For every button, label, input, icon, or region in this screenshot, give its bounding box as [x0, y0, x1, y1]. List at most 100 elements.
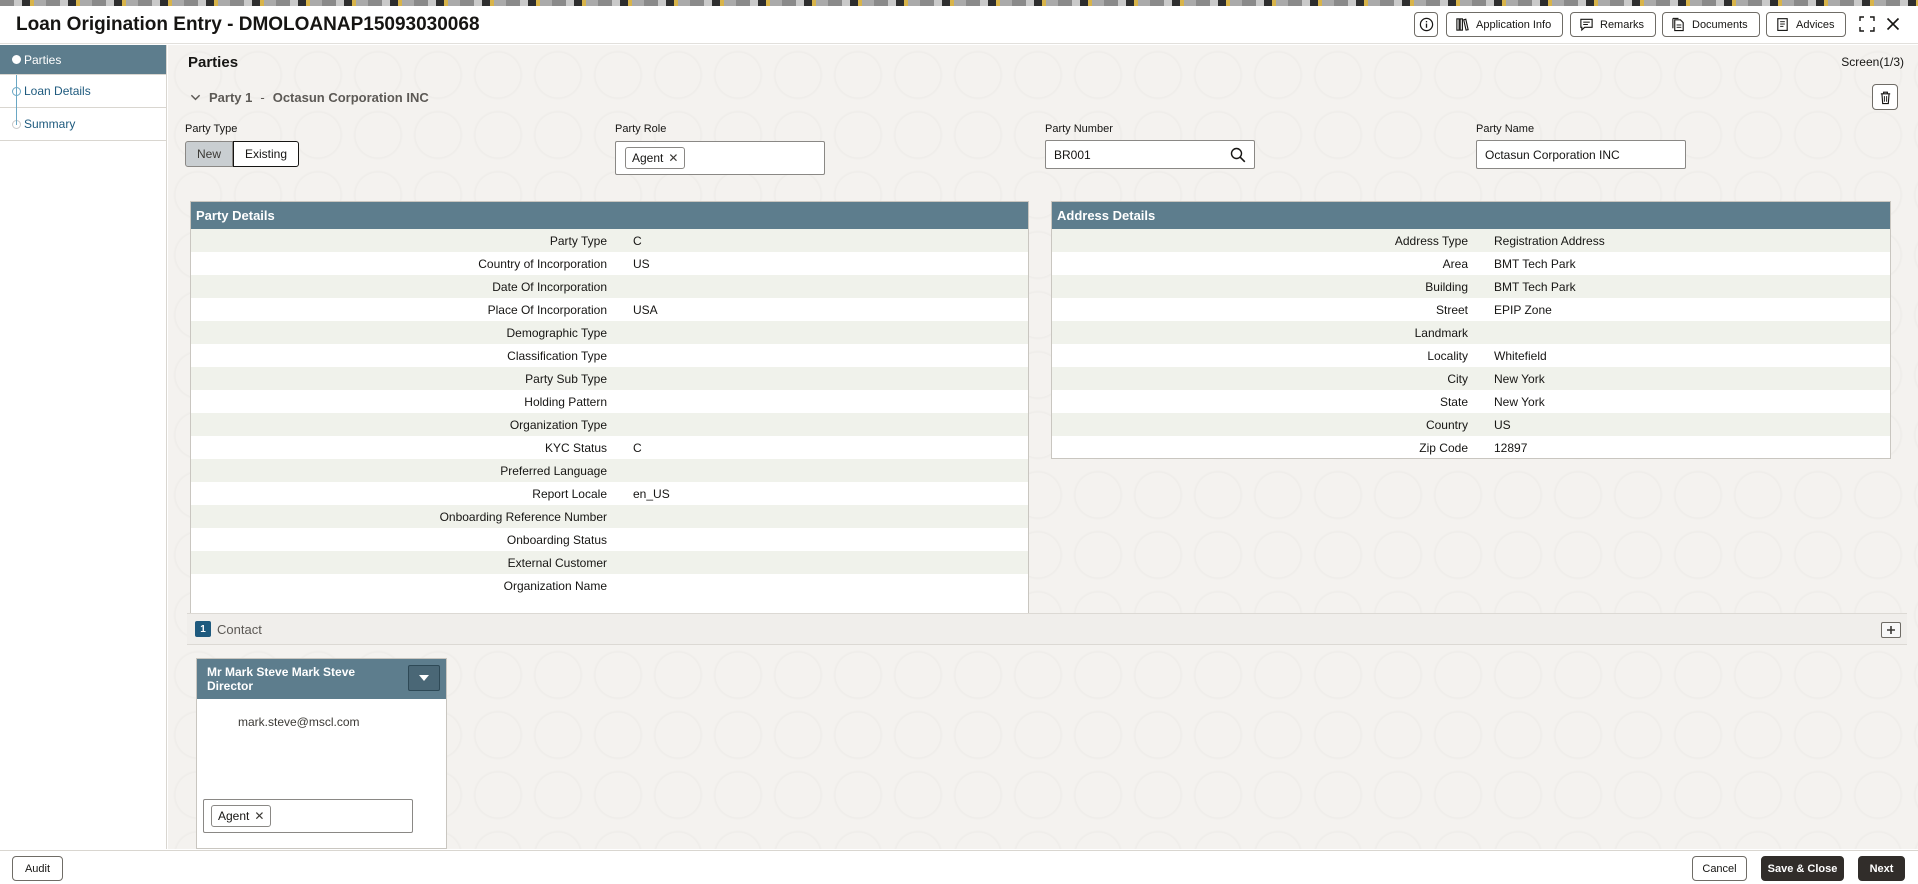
detail-row-label: Organization Type — [509, 417, 607, 432]
party-details-panel: Party Details Party Type C Country of Inco… — [190, 201, 1029, 642]
detail-row-label: Preferred Language — [500, 463, 607, 478]
contact-name: Mr Mark Steve Mark Steve — [207, 665, 356, 679]
party-details-rows: Party Type C Country of Incorporation US Dat… — [191, 229, 1028, 597]
detail-row-label: City — [1447, 371, 1468, 386]
detail-row: Zip Code 12897 — [1052, 436, 1890, 459]
remarks-button[interactable]: Remarks — [1570, 12, 1656, 37]
detail-row-label: Organization Name — [503, 578, 607, 593]
info-icon — [1419, 17, 1433, 32]
detail-row: Landmark — [1052, 321, 1890, 344]
search-icon[interactable] — [1230, 147, 1246, 163]
detail-row-label: State — [1439, 394, 1468, 409]
party-role-chip: Agent ✕ — [625, 147, 686, 169]
comment-icon — [1580, 18, 1593, 32]
detail-row-value: US — [633, 256, 650, 271]
section-title: Parties — [188, 54, 239, 71]
step-connector — [16, 75, 17, 125]
detail-row-value: New York — [1494, 394, 1545, 409]
detail-row-value: Whitefield — [1494, 348, 1547, 363]
address-details-rows: Address Type Registration Address Area BMT … — [1052, 229, 1890, 459]
caret-down-icon — [419, 675, 429, 681]
chevron-down-icon — [190, 94, 201, 101]
party-number-label: Party Number — [1045, 123, 1113, 135]
party-name-input[interactable]: Octasun Corporation INC — [1476, 140, 1686, 169]
detail-row: Classification Type — [191, 344, 1028, 367]
sidebar-item-label: Parties — [24, 52, 62, 67]
next-button[interactable]: Next — [1858, 856, 1905, 881]
trash-icon — [1880, 91, 1890, 104]
contact-section-label: Contact — [217, 621, 262, 637]
party-type-label: Party Type — [185, 123, 238, 135]
maximize-icon[interactable] — [1857, 14, 1877, 34]
contact-role-chip-label: Agent — [218, 809, 250, 823]
detail-row: Address Type Registration Address — [1052, 229, 1890, 252]
close-icon[interactable] — [1883, 14, 1903, 34]
detail-row: State New York — [1052, 390, 1890, 413]
detail-row-label: External Customer — [507, 555, 607, 570]
detail-row-value: C — [633, 440, 642, 455]
detail-row: Onboarding Reference Number — [191, 505, 1028, 528]
sidebar-item-loan-details[interactable]: Loan Details — [0, 75, 166, 108]
detail-row: Street EPIP Zone — [1052, 298, 1890, 321]
screen-indicator: Screen(1/3) — [1841, 55, 1904, 69]
documents-label: Documents — [1692, 18, 1748, 31]
add-contact-button[interactable] — [1881, 622, 1901, 638]
contact-card-menu-button[interactable] — [408, 665, 440, 691]
advices-button[interactable]: Advices — [1766, 12, 1846, 37]
cancel-button[interactable]: Cancel — [1692, 856, 1747, 881]
advices-label: Advices — [1796, 18, 1835, 31]
party-role-input[interactable]: Agent ✕ — [615, 141, 825, 175]
party-type-new[interactable]: New — [185, 141, 234, 167]
detail-row: External Customer — [191, 551, 1028, 574]
party-details-title: Party Details — [191, 202, 1028, 229]
documents-button[interactable]: Documents — [1662, 12, 1760, 37]
detail-row-label: Street — [1435, 302, 1468, 317]
contact-count-badge: 1 — [195, 621, 211, 637]
detail-row: Preferred Language — [191, 459, 1028, 482]
remove-chip-icon[interactable]: ✕ — [254, 809, 264, 823]
remove-chip-icon[interactable]: ✕ — [668, 151, 678, 165]
contact-role-input[interactable]: Agent ✕ — [203, 799, 413, 833]
address-details-title: Address Details — [1052, 202, 1890, 229]
detail-row: Party Sub Type — [191, 367, 1028, 390]
detail-row-label: Zip Code — [1419, 440, 1468, 455]
plus-icon — [1887, 626, 1895, 634]
detail-row-value: USA — [633, 302, 658, 317]
party-name-value: Octasun Corporation INC — [1485, 148, 1620, 162]
delete-party-button[interactable] — [1872, 84, 1898, 110]
detail-row-label: Onboarding Status — [506, 532, 607, 547]
detail-row: KYC Status C — [191, 436, 1028, 459]
detail-row-label: Area — [1442, 256, 1468, 271]
sidebar-item-summary[interactable]: Summary — [0, 108, 166, 141]
sidebar-item-label: Summary — [24, 117, 76, 131]
detail-row-label: Demographic Type — [506, 325, 608, 340]
train-stop-sidebar: Parties Loan Details Summary — [0, 45, 167, 849]
party-index: Party 1 — [209, 90, 253, 105]
detail-row: Date Of Incorporation — [191, 275, 1028, 298]
detail-row-label: Party Type — [549, 233, 607, 248]
detail-row-label: Landmark — [1414, 325, 1468, 340]
party-number-input[interactable]: BR001 — [1045, 140, 1255, 169]
audit-button[interactable]: Audit — [12, 856, 63, 881]
sidebar-item-parties[interactable]: Parties — [0, 45, 166, 75]
contact-email: mark.steve@mscl.com — [238, 715, 360, 729]
application-info-button[interactable]: Application Info — [1446, 12, 1563, 37]
party-collapsible-header[interactable]: Party 1 - Octasun Corporation INC — [190, 90, 429, 105]
info-button[interactable] — [1414, 12, 1438, 37]
save-close-button[interactable]: Save & Close — [1761, 856, 1844, 881]
detail-row-label: KYC Status — [544, 440, 607, 455]
party-type-existing[interactable]: Existing — [233, 141, 300, 167]
detail-row-value: en_US — [633, 486, 670, 501]
detail-row-label: Report Locale — [532, 486, 607, 501]
detail-row: Organization Type — [191, 413, 1028, 436]
detail-row-value: Registration Address — [1494, 233, 1605, 248]
party-role-chip-label: Agent — [632, 151, 664, 165]
detail-row: Area BMT Tech Park — [1052, 252, 1890, 275]
contact-section-header: 1 Contact — [187, 613, 1907, 645]
address-details-panel: Address Details Address Type Registration… — [1051, 201, 1891, 459]
app-header: Loan Origination Entry - DMOLOANAP150930… — [0, 6, 1918, 44]
party-role-label: Party Role — [615, 123, 667, 135]
remarks-label: Remarks — [1600, 18, 1645, 31]
detail-row-label: Onboarding Reference Number — [439, 509, 607, 524]
advice-document-icon — [1777, 18, 1788, 31]
